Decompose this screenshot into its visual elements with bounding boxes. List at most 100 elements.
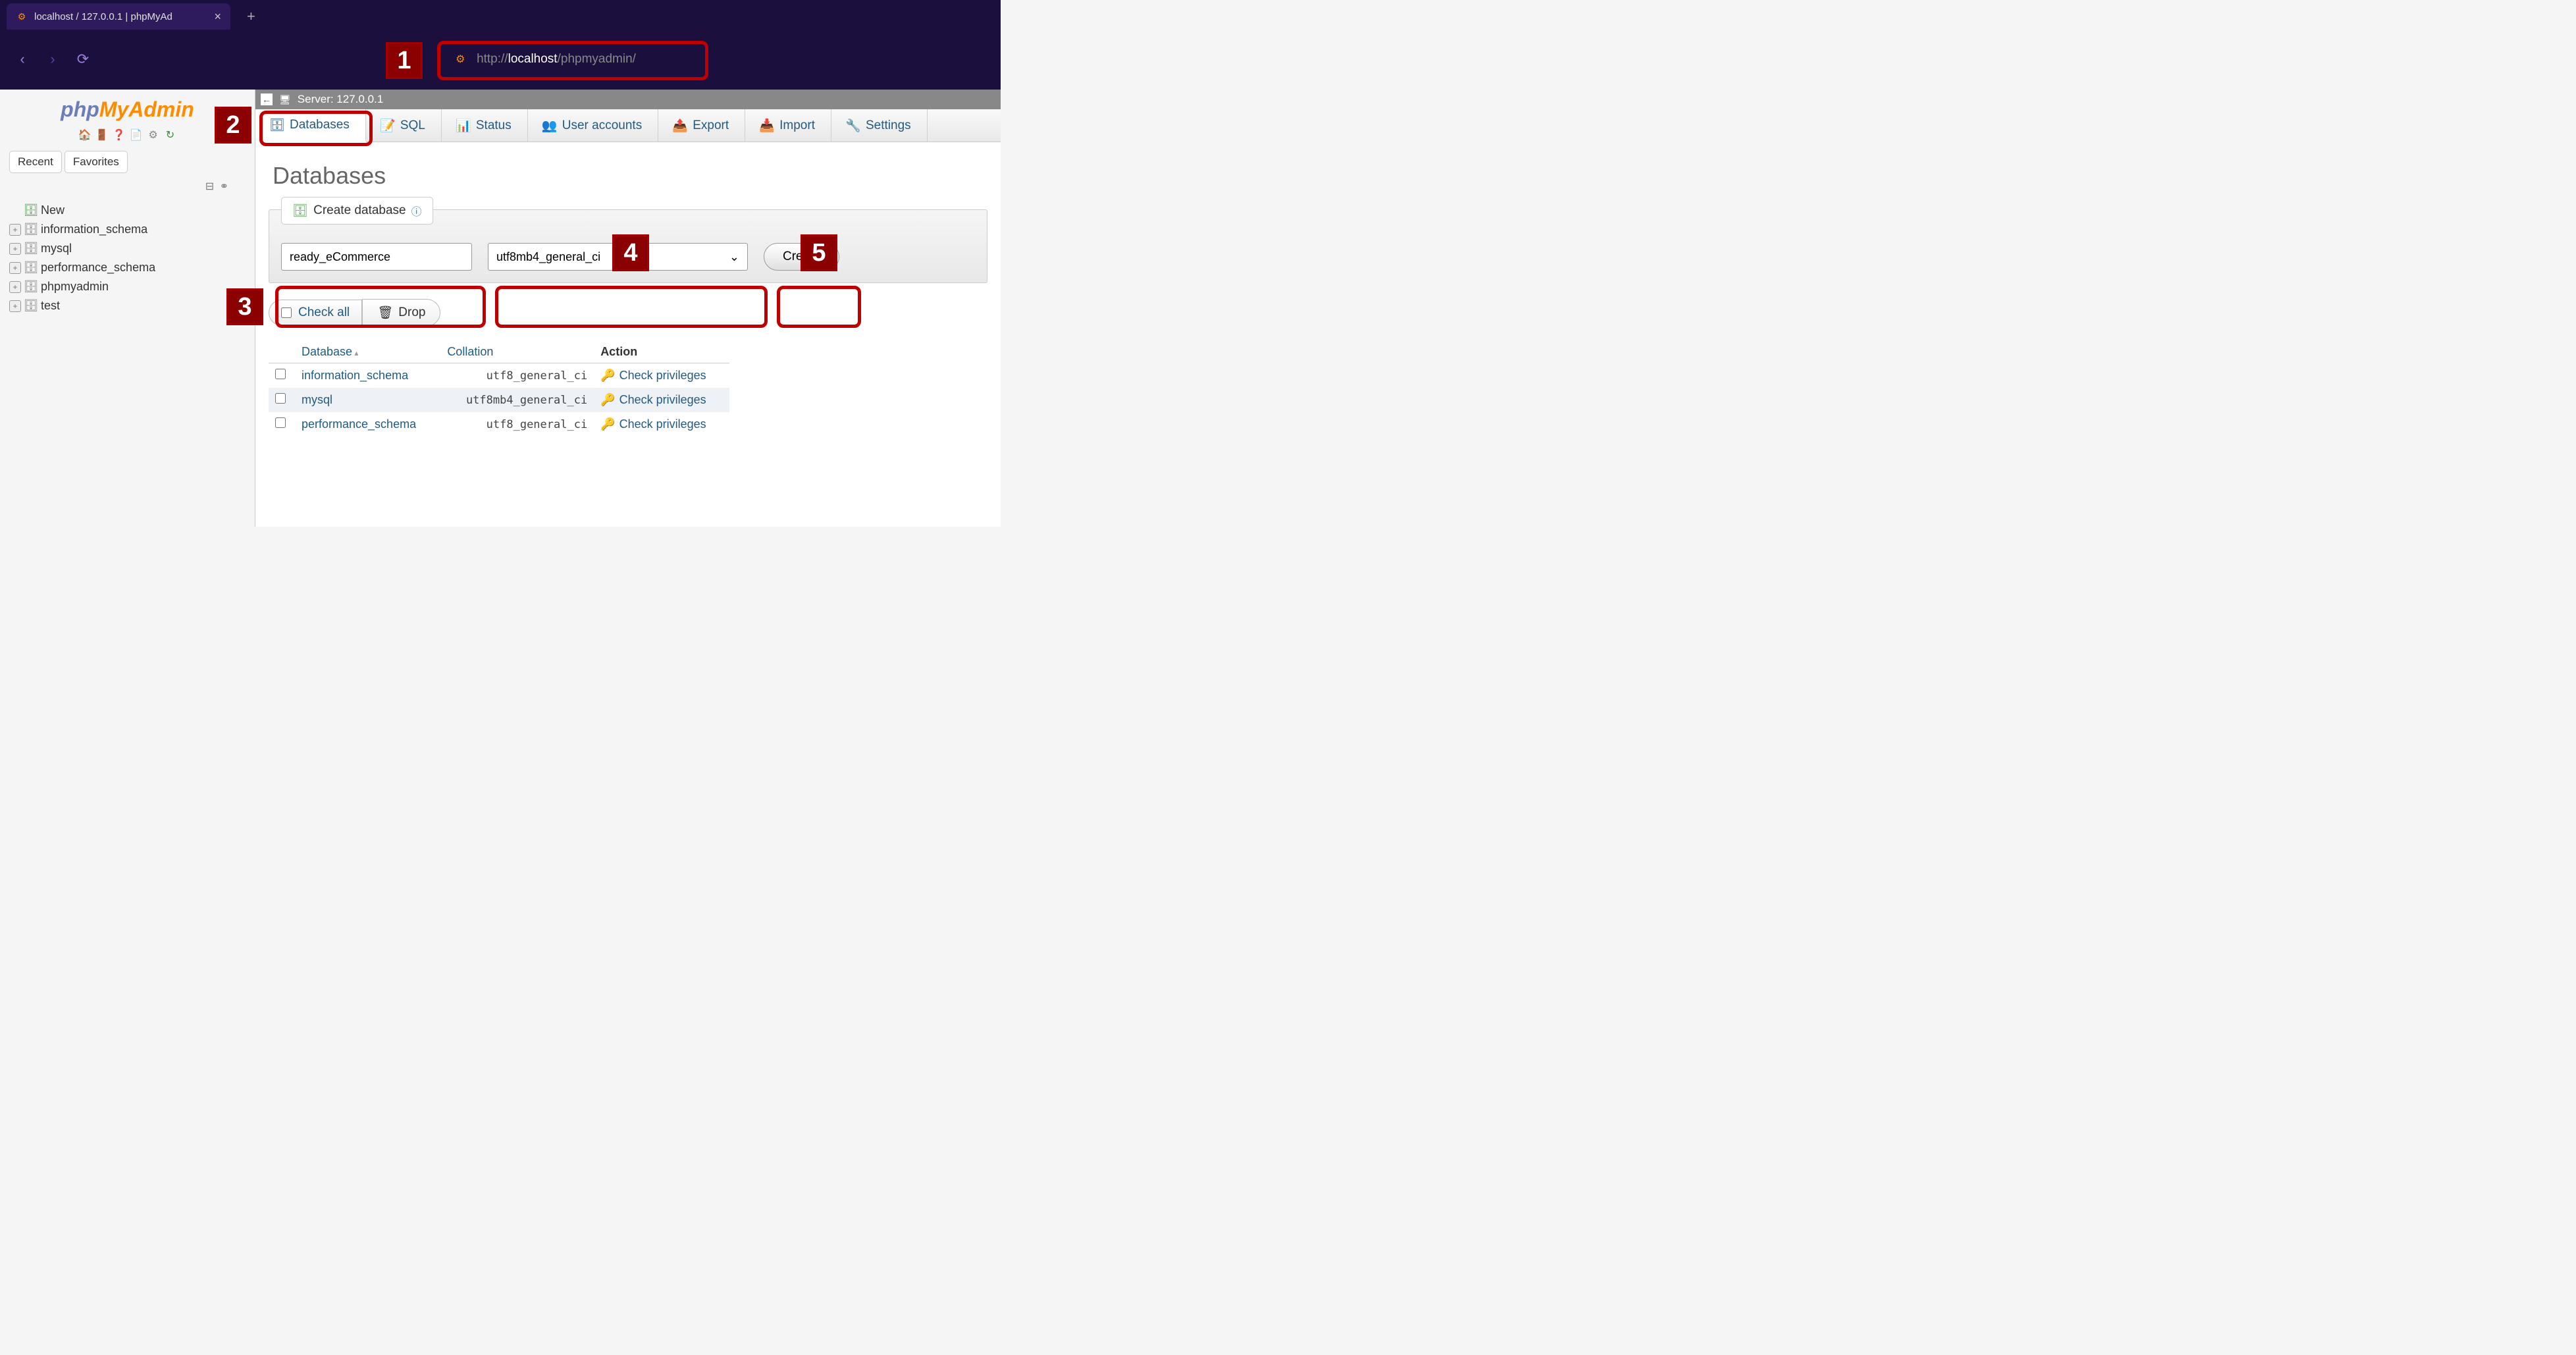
db-collation: utf8mb4_general_ci (440, 388, 594, 412)
col-action: Action (594, 341, 729, 363)
tree-db-item[interactable]: +🗄test (9, 296, 246, 315)
expand-icon[interactable]: + (9, 262, 21, 274)
check-all-checkbox[interactable] (281, 307, 292, 318)
top-tabs: 🗄Databases 📝 SQL 📊 Status 👥 User accounts 📤… (255, 109, 1001, 142)
database-icon: 🗄 (25, 224, 37, 236)
back-icon[interactable]: ← (261, 93, 273, 105)
tab-bar: ⚙ localhost / 127.0.0.1 | phpMyAd × + (0, 0, 1001, 33)
expand-icon[interactable]: + (9, 224, 21, 236)
refresh-icon[interactable]: ↻ (164, 128, 177, 142)
favorites-tab[interactable]: Favorites (65, 151, 128, 173)
callout-3: 3 (226, 288, 263, 325)
col-database[interactable]: Database (295, 341, 440, 363)
back-button[interactable]: ‹ (13, 51, 32, 68)
callout-5: 5 (801, 234, 837, 271)
tree-new-label: New (41, 203, 65, 217)
tab-settings[interactable]: 🔧 Settings (831, 109, 928, 142)
close-tab-icon[interactable]: × (214, 10, 221, 24)
tree-new-database[interactable]: 🗄 New (25, 201, 246, 220)
tab-status[interactable]: 📊 Status (442, 109, 528, 142)
callout-1: 1 (386, 42, 423, 79)
recent-tab[interactable]: Recent (9, 151, 62, 173)
collapse-all-icon[interactable]: ⊟ (205, 181, 214, 192)
export-icon: 📤 (674, 120, 686, 132)
db-name-link[interactable]: information_schema (295, 363, 440, 388)
check-all-button[interactable]: Check all (269, 300, 362, 326)
server-breadcrumb: ← 🖥 Server: 127.0.0.1 (255, 90, 1001, 109)
tab-import[interactable]: 📥Import (745, 109, 831, 142)
tree-db-item[interactable]: +🗄mysql (9, 239, 246, 258)
check-all-label: Check all (298, 306, 350, 320)
database-name-input[interactable] (281, 243, 472, 271)
check-privileges-link[interactable]: 🔑Check privileges (594, 412, 729, 437)
main-content: ← 🖥 Server: 127.0.0.1 🗄Databases 📝SQL 📊S… (255, 90, 1001, 527)
tree-db-label: test (41, 299, 60, 313)
tree-db-label: information_schema (41, 223, 147, 236)
callout-4: 4 (612, 234, 649, 271)
database-add-icon: 🗄 (292, 203, 308, 219)
sql-icon: 📝 (382, 120, 394, 132)
expand-icon[interactable]: + (9, 243, 21, 255)
database-icon: 🗄 (25, 262, 37, 274)
home-icon[interactable]: 🏠 (78, 128, 92, 142)
row-checkbox[interactable] (275, 417, 286, 428)
tab-databases[interactable]: 🗄Databases (255, 109, 366, 142)
reload-button[interactable]: ⟳ (74, 51, 92, 68)
tab-label: User accounts (562, 119, 642, 133)
tree-db-label: performance_schema (41, 261, 155, 275)
forward-button[interactable]: › (43, 51, 62, 68)
browser-tab[interactable]: ⚙ localhost / 127.0.0.1 | phpMyAd × (7, 3, 230, 30)
database-add-icon: 🗄 (25, 205, 37, 217)
address-bar-row: ‹ › ⟳ ⚙ http://localhost/phpmyadmin/ (0, 33, 1001, 86)
row-checkbox[interactable] (275, 369, 286, 379)
col-collation[interactable]: Collation (440, 341, 594, 363)
check-privileges-link[interactable]: 🔑Check privileges (594, 388, 729, 412)
page-title: Databases (269, 162, 987, 190)
wrench-icon: 🔧 (847, 120, 859, 132)
table-row: information_schema utf8_general_ci 🔑Chec… (269, 363, 729, 388)
db-name-link[interactable]: performance_schema (295, 412, 440, 437)
tab-title: localhost / 127.0.0.1 | phpMyAd (34, 11, 207, 22)
address-bar[interactable]: ⚙ http://localhost/phpmyadmin/ (442, 47, 649, 72)
tree-db-item[interactable]: +🗄phpmyadmin (9, 277, 246, 296)
tab-label: Export (693, 119, 729, 133)
exit-icon[interactable]: 🚪 (95, 128, 109, 142)
privileges-icon: 🔑 (600, 369, 615, 382)
tab-user-accounts[interactable]: 👥 User accounts (528, 109, 658, 142)
new-tab-button[interactable]: + (237, 8, 265, 25)
tab-label: Status (476, 119, 512, 133)
check-privileges-link[interactable]: 🔑Check privileges (594, 363, 729, 388)
tab-label: SQL (400, 119, 425, 133)
expand-icon[interactable]: + (9, 281, 21, 293)
tab-export[interactable]: 📤 Export (658, 109, 745, 142)
callout-2: 2 (215, 107, 251, 144)
drop-button[interactable]: 🗑 Drop (362, 299, 440, 327)
tree-db-item[interactable]: + 🗄 performance_schema (9, 258, 246, 277)
row-checkbox[interactable] (275, 393, 286, 404)
gear-icon[interactable]: ⚙ (147, 128, 160, 142)
link-icon[interactable]: ⚭ (220, 181, 228, 192)
server-icon: 🖥 (279, 94, 291, 105)
drop-icon: 🗑 (377, 305, 393, 321)
db-collation: utf8_general_ci (440, 363, 594, 388)
phpmyadmin-favicon-icon: ⚙ (456, 53, 469, 66)
tab-label: Settings (866, 119, 911, 133)
help-icon[interactable]: ❓ (113, 128, 126, 142)
url-text: http://localhost/phpmyadmin/ (477, 52, 636, 66)
navigation-sidebar: phpMyAdmin 🏠 🚪 ❓ 📄 ⚙ ↻ Recent Favorites … (0, 90, 255, 527)
privileges-icon: 🔑 (600, 393, 615, 406)
tab-sql[interactable]: 📝 SQL (366, 109, 442, 142)
tree-db-item[interactable]: + 🗄 information_schema (9, 220, 246, 239)
expand-icon[interactable]: + (9, 300, 21, 312)
databases-table: Database Collation Action information_sc… (269, 341, 729, 437)
tree-db-label: mysql (41, 242, 72, 255)
db-name-link[interactable]: mysql (295, 388, 440, 412)
tab-label: Databases (290, 118, 350, 132)
table-row: performance_schema utf8_general_ci 🔑Chec… (269, 412, 729, 437)
help-icon[interactable]: ⓘ (411, 203, 422, 219)
doc-icon[interactable]: 📄 (130, 128, 143, 142)
legend-text: Create database (313, 203, 406, 218)
db-collation: utf8_general_ci (440, 412, 594, 437)
users-icon: 👥 (544, 120, 556, 132)
status-icon: 📊 (458, 120, 469, 132)
